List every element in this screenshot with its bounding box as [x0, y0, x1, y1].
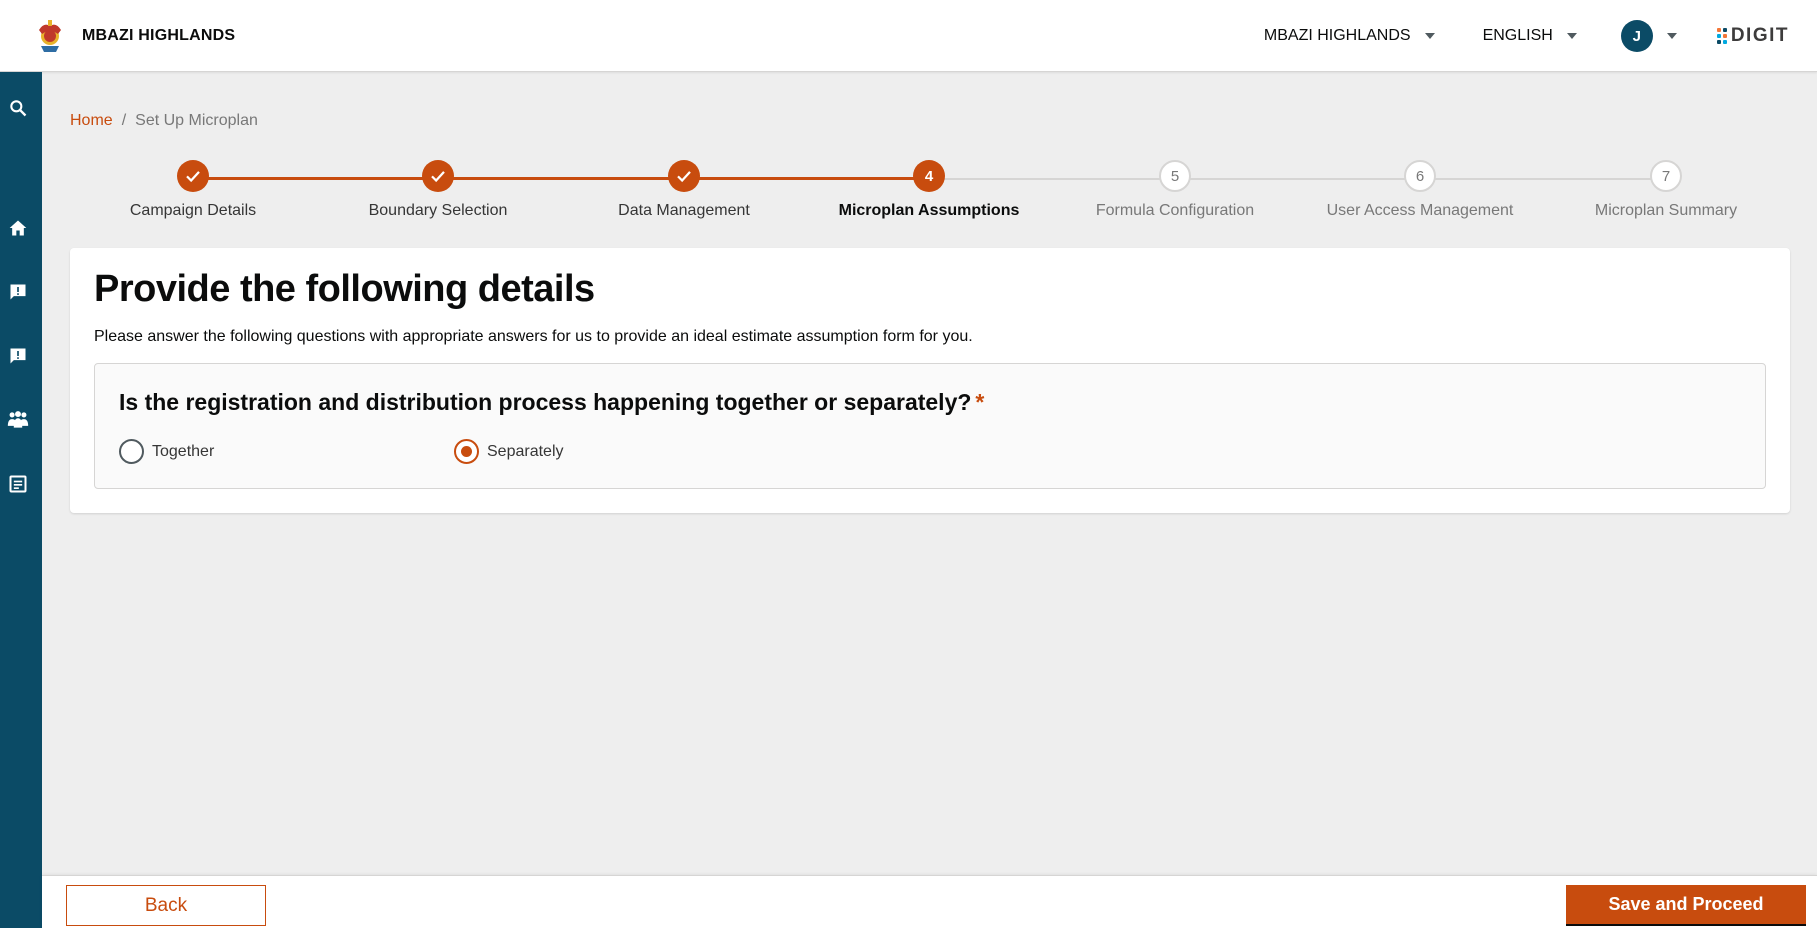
city-dropdown[interactable]: MBAZI HIGHLANDS — [1264, 27, 1435, 45]
brand-name: MBAZI HIGHLANDS — [82, 26, 236, 44]
step-microplan-summary[interactable]: 7 Microplan Summary — [1543, 160, 1789, 220]
radio-label-separately: Separately — [487, 442, 564, 460]
document-icon[interactable] — [7, 473, 29, 495]
step-microplan-assumptions[interactable]: 4 Microplan Assumptions — [806, 160, 1052, 220]
radio-label-together: Together — [152, 442, 215, 460]
brand: MBAZI HIGHLANDS — [34, 18, 235, 54]
radio-option-separately[interactable]: Separately — [454, 439, 564, 464]
digit-logo: DIGIT — [1716, 25, 1789, 47]
step-user-access-management[interactable]: 6 User Access Management — [1297, 160, 1543, 220]
breadcrumb-separator: / — [121, 112, 127, 129]
step-label: Boundary Selection — [368, 202, 508, 219]
feedback-icon[interactable] — [7, 281, 29, 303]
step-campaign-details[interactable]: Campaign Details — [70, 160, 316, 220]
breadcrumb-current: Set Up Microplan — [135, 112, 258, 129]
breadcrumb: Home / Set Up Microplan — [70, 112, 258, 130]
chevron-down-icon — [1666, 33, 1677, 39]
radio-together[interactable] — [119, 439, 144, 464]
people-icon[interactable] — [7, 409, 29, 431]
search-icon[interactable] — [7, 97, 29, 119]
chevron-down-icon — [1424, 33, 1435, 39]
language-dropdown[interactable]: ENGLISH — [1483, 27, 1577, 45]
progress-stepper: Campaign Details Boundary Selection Data… — [70, 160, 1790, 230]
step-label: Microplan Summary — [1594, 202, 1738, 219]
action-bar: Back Save and Proceed — [42, 875, 1817, 928]
step-number: 4 — [913, 160, 945, 192]
step-formula-configuration[interactable]: 5 Formula Configuration — [1052, 160, 1298, 220]
breadcrumb-home[interactable]: Home — [70, 112, 113, 130]
assumptions-card: Provide the following details Please ans… — [70, 248, 1790, 513]
save-and-proceed-button[interactable]: Save and Proceed — [1566, 885, 1806, 926]
top-header: MBAZI HIGHLANDS MBAZI HIGHLANDS ENGLISH … — [0, 0, 1817, 72]
question-box: Is the registration and distribution pro… — [94, 363, 1766, 489]
page-description: Please answer the following questions wi… — [94, 328, 973, 345]
step-label: Campaign Details — [129, 202, 257, 219]
page-title: Provide the following details — [94, 268, 595, 310]
step-label: User Access Management — [1326, 202, 1514, 219]
step-boundary-selection[interactable]: Boundary Selection — [315, 160, 561, 220]
back-button[interactable]: Back — [66, 885, 266, 926]
radio-separately[interactable] — [454, 439, 479, 464]
step-number: 7 — [1650, 160, 1682, 192]
home-icon[interactable] — [7, 217, 29, 239]
city-dropdown-label: MBAZI HIGHLANDS — [1263, 27, 1411, 44]
step-label: Formula Configuration — [1095, 202, 1255, 219]
language-dropdown-label: ENGLISH — [1482, 27, 1553, 44]
step-number: 5 — [1159, 160, 1191, 192]
user-menu[interactable]: J — [1620, 20, 1677, 52]
sidebar — [0, 72, 42, 928]
step-label: Data Management — [618, 202, 750, 219]
feedback-icon[interactable] — [7, 345, 29, 367]
step-number: 6 — [1404, 160, 1436, 192]
question-text: Is the registration and distribution pro… — [119, 389, 972, 415]
question-label: Is the registration and distribution pro… — [119, 389, 984, 416]
state-emblem-icon — [39, 19, 61, 52]
required-mark: * — [975, 389, 985, 415]
step-done-icon — [422, 160, 454, 192]
digit-logo-icon — [1716, 28, 1727, 44]
step-done-icon — [177, 160, 209, 192]
avatar: J — [1620, 20, 1653, 52]
step-done-icon — [668, 160, 700, 192]
step-label: Microplan Assumptions — [838, 202, 1020, 219]
step-data-management[interactable]: Data Management — [561, 160, 807, 220]
radio-option-together[interactable]: Together — [119, 439, 214, 464]
digit-logo-text: DIGIT — [1730, 25, 1789, 46]
chevron-down-icon — [1566, 33, 1577, 39]
